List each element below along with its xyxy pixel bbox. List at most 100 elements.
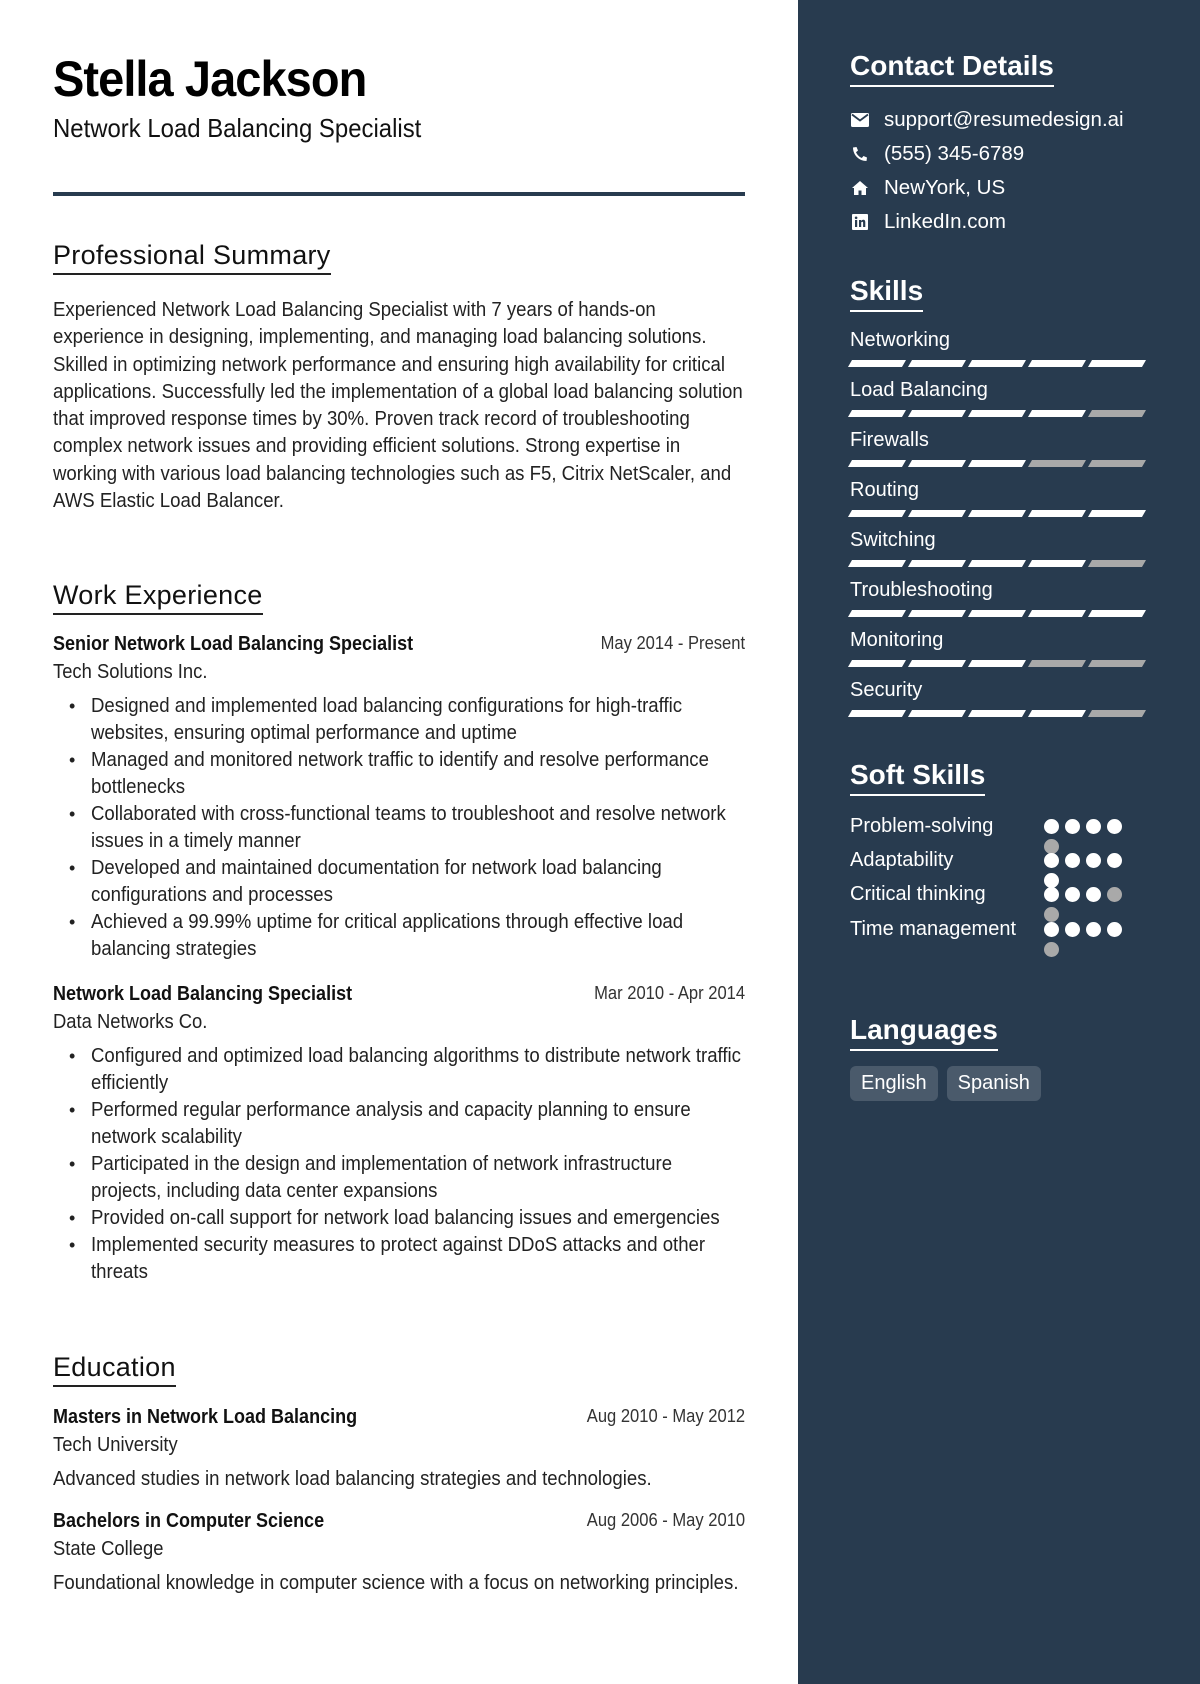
candidate-name: Stella Jackson: [53, 51, 367, 107]
skill-item: Firewalls: [847, 428, 1150, 467]
skill-rating-bar: [847, 510, 1150, 517]
job-dates: Mar 2010 - Apr 2014: [594, 983, 745, 1003]
rating-segment-filled: [907, 510, 967, 517]
skill-item: Routing: [847, 478, 1150, 517]
job-bullet: Developed and maintained documentation f…: [69, 855, 745, 909]
rating-segment-filled: [967, 610, 1027, 617]
education-dates: Aug 2006 - May 2010: [586, 1510, 745, 1530]
soft-skill-name: Critical thinking: [850, 883, 986, 905]
job-company: Tech Solutions Inc.: [53, 661, 208, 683]
rating-dot-filled: [1044, 853, 1059, 868]
job-company: Data Networks Co.: [53, 1011, 208, 1033]
job-bullet: Participated in the design and implement…: [69, 1151, 745, 1205]
job-entry: Network Load Balancing Specialist Mar 20…: [53, 983, 745, 1286]
contact-phone: (555) 345-6789: [850, 142, 1024, 166]
job-title: Network Load Balancing Specialist: [53, 983, 353, 1005]
soft-skill-name: Problem-solving: [850, 815, 994, 837]
rating-dot-filled: [1065, 887, 1080, 902]
job-title: Senior Network Load Balancing Specialist: [53, 633, 414, 655]
contact-heading: Contact Details: [850, 50, 1054, 87]
rating-segment-empty: [1087, 460, 1147, 467]
rating-segment-filled: [1027, 510, 1087, 517]
skill-rating-bar: [847, 460, 1150, 467]
rating-segment-filled: [1027, 410, 1087, 417]
skill-name: Troubleshooting: [850, 579, 993, 601]
rating-segment-filled: [907, 710, 967, 717]
home-icon: [850, 178, 870, 198]
soft-skill-rating: [1044, 853, 1126, 888]
rating-segment-empty: [1027, 460, 1087, 467]
skill-rating-bar: [847, 410, 1150, 417]
skill-rating-bar: [847, 710, 1150, 717]
job-bullet: Implemented security measures to protect…: [69, 1232, 745, 1286]
contact-linkedin[interactable]: LinkedIn.com: [850, 210, 1006, 234]
rating-dot-filled: [1044, 819, 1059, 834]
skill-name: Routing: [850, 479, 919, 501]
phone-icon: [850, 144, 870, 164]
rating-segment-empty: [1087, 560, 1147, 567]
rating-segment-filled: [847, 510, 907, 517]
skill-item: Networking: [847, 328, 1150, 367]
languages-heading: Languages: [850, 1014, 998, 1051]
soft-skill-rating: [1044, 922, 1126, 957]
education-dates: Aug 2010 - May 2012: [586, 1406, 745, 1426]
job-bullet: Performed regular performance analysis a…: [69, 1097, 745, 1151]
skill-rating-bar: [847, 360, 1150, 367]
rating-dot-empty: [1044, 907, 1059, 922]
rating-segment-filled: [907, 360, 967, 367]
job-bullets: Designed and implemented load balancing …: [53, 693, 745, 963]
rating-segment-filled: [907, 610, 967, 617]
education-heading: Education: [53, 1352, 176, 1387]
rating-segment-filled: [847, 460, 907, 467]
rating-segment-filled: [1087, 510, 1147, 517]
rating-dot-filled: [1086, 853, 1101, 868]
languages-list: English Spanish: [850, 1066, 1041, 1101]
experience-heading: Work Experience: [53, 580, 263, 615]
linkedin-icon: [850, 212, 870, 232]
degree-title: Masters in Network Load Balancing: [53, 1406, 358, 1428]
rating-segment-empty: [1087, 710, 1147, 717]
education-entry: Masters in Network Load Balancing Aug 20…: [53, 1406, 745, 1493]
rating-segment-filled: [907, 410, 967, 417]
rating-segment-filled: [967, 410, 1027, 417]
rating-dot-filled: [1044, 873, 1059, 888]
education-description: Foundational knowledge in computer scien…: [53, 1572, 739, 1594]
rating-dot-filled: [1044, 887, 1059, 902]
skills-heading: Skills: [850, 275, 924, 312]
rating-dot-filled: [1086, 819, 1101, 834]
language-chip: Spanish: [946, 1066, 1041, 1101]
skill-name: Security: [850, 679, 923, 701]
rating-segment-filled: [967, 360, 1027, 367]
rating-segment-filled: [967, 560, 1027, 567]
job-bullet: Configured and optimized load balancing …: [69, 1043, 745, 1097]
rating-dot-filled: [1107, 922, 1122, 937]
soft-skill-rating: [1044, 887, 1126, 922]
envelope-icon: [850, 110, 870, 130]
rating-segment-filled: [967, 510, 1027, 517]
rating-segment-filled: [1027, 610, 1087, 617]
skill-name: Switching: [850, 529, 936, 551]
skill-name: Firewalls: [850, 429, 929, 451]
rating-dot-filled: [1065, 853, 1080, 868]
rating-segment-empty: [1087, 660, 1147, 667]
skill-rating-bar: [847, 660, 1150, 667]
rating-segment-filled: [967, 710, 1027, 717]
job-dates: May 2014 - Present: [600, 633, 745, 653]
sidebar: Contact Details support@resumedesign.ai …: [798, 0, 1200, 1684]
rating-dot-empty: [1044, 942, 1059, 957]
header-divider: [53, 192, 745, 196]
summary-heading: Professional Summary: [53, 240, 331, 275]
skill-item: Load Balancing: [847, 378, 1150, 417]
education-description: Advanced studies in network load balanci…: [53, 1468, 652, 1490]
soft-skill-name: Time management: [850, 918, 1016, 940]
skill-rating-bar: [847, 610, 1150, 617]
rating-segment-empty: [1087, 410, 1147, 417]
language-chip: English: [850, 1066, 938, 1101]
skill-name: Networking: [850, 329, 951, 351]
job-bullet: Collaborated with cross-functional teams…: [69, 801, 745, 855]
contact-email: support@resumedesign.ai: [850, 108, 1124, 132]
rating-dot-filled: [1044, 922, 1059, 937]
rating-segment-filled: [967, 460, 1027, 467]
rating-dot-filled: [1107, 853, 1122, 868]
rating-dot-filled: [1107, 819, 1122, 834]
